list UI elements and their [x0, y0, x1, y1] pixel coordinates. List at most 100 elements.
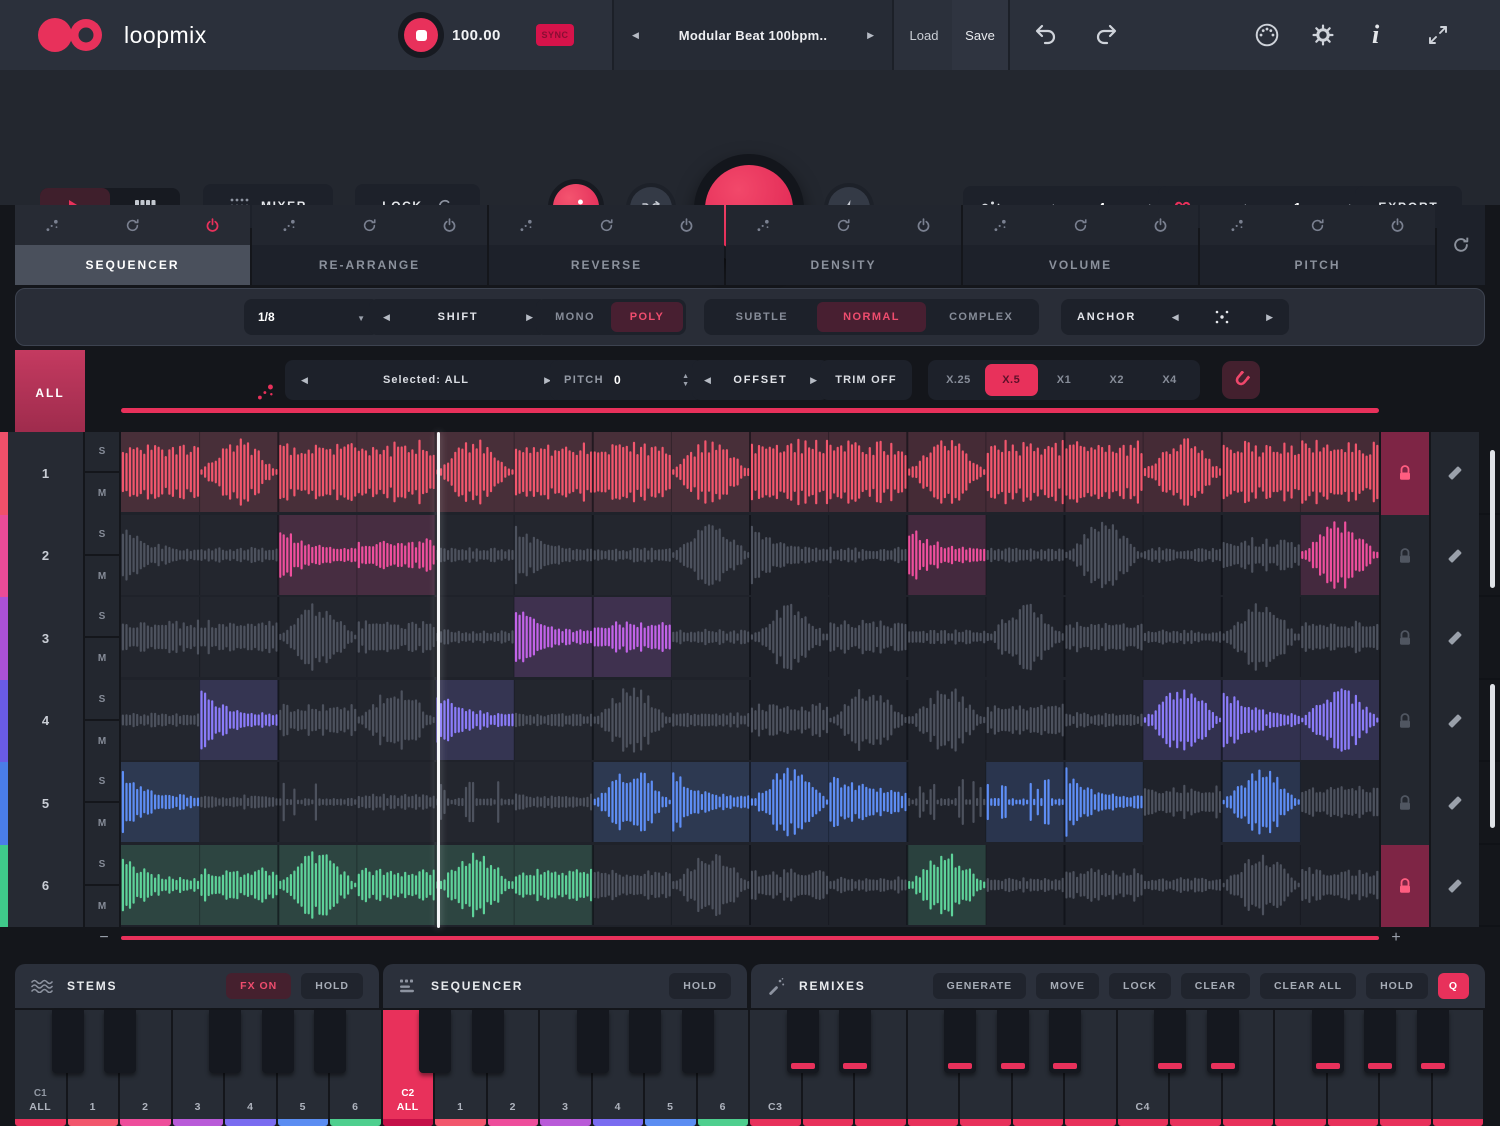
- piano-key-black[interactable]: [839, 1010, 871, 1073]
- solo-button[interactable]: S: [85, 515, 121, 556]
- track-waveform-lane[interactable]: [121, 845, 1379, 928]
- selected-track-label[interactable]: Selected: ALL: [383, 374, 469, 386]
- undo-icon[interactable]: [1032, 23, 1058, 47]
- piano-key-black[interactable]: [944, 1010, 976, 1073]
- track-waveform-lane[interactable]: [121, 515, 1379, 598]
- track-lock-button[interactable]: [1379, 432, 1429, 515]
- clear-all-button[interactable]: CLEAR ALL: [1260, 973, 1356, 999]
- info-icon[interactable]: [1372, 20, 1379, 50]
- remix-lock-button[interactable]: LOCK: [1109, 973, 1171, 999]
- track-number[interactable]: 4: [8, 680, 85, 763]
- scatter-dots-icon[interactable]: [756, 218, 771, 233]
- speed-x2[interactable]: X2: [1090, 364, 1143, 396]
- anchor-dots-icon[interactable]: [1214, 309, 1230, 325]
- piano-key-black[interactable]: [1207, 1010, 1239, 1073]
- waveform[interactable]: [121, 515, 1379, 595]
- zoom-in-button[interactable]: [1384, 928, 1408, 948]
- refresh-icon[interactable]: [125, 218, 140, 233]
- track-erase-button[interactable]: [1429, 515, 1479, 598]
- track-number[interactable]: 2: [8, 515, 85, 598]
- generate-button[interactable]: GENERATE: [933, 973, 1027, 999]
- remix-hold-button[interactable]: HOLD: [1366, 973, 1428, 999]
- module-tab-density[interactable]: DENSITY: [726, 205, 961, 285]
- track-number[interactable]: 5: [8, 762, 85, 845]
- anchor-left-icon[interactable]: [1172, 313, 1179, 322]
- track-waveform-lane[interactable]: [121, 762, 1379, 845]
- shift-left-icon[interactable]: [383, 313, 390, 322]
- track-waveform-lane[interactable]: [121, 597, 1379, 680]
- speed-x025[interactable]: X.25: [932, 364, 985, 396]
- refresh-icon[interactable]: [1310, 218, 1325, 233]
- piano-key-black[interactable]: [1364, 1010, 1396, 1073]
- expand-icon[interactable]: [1428, 25, 1448, 45]
- module-tab-volume[interactable]: VOLUME: [963, 205, 1198, 285]
- module-tab-pitch[interactable]: PITCH: [1200, 205, 1435, 285]
- piano-key-black[interactable]: [1417, 1010, 1449, 1073]
- midi-icon[interactable]: [1254, 22, 1280, 48]
- anchor-right-icon[interactable]: [1266, 313, 1273, 322]
- fx-on-button[interactable]: FX ON: [226, 973, 291, 999]
- track-lock-button[interactable]: [1379, 680, 1429, 763]
- piano-key-black[interactable]: [314, 1010, 346, 1073]
- track-erase-button[interactable]: [1429, 597, 1479, 680]
- normal-toggle[interactable]: NORMAL: [817, 302, 927, 332]
- scatter-dots-icon[interactable]: [45, 218, 60, 233]
- power-icon[interactable]: [679, 218, 694, 233]
- scatter-dots-icon[interactable]: [282, 218, 297, 233]
- module-tab-label[interactable]: DENSITY: [726, 245, 961, 285]
- waveform[interactable]: [121, 845, 1379, 925]
- quantize-button[interactable]: Q: [1438, 973, 1469, 999]
- shift-right-icon[interactable]: [526, 313, 533, 322]
- poly-toggle[interactable]: POLY: [611, 302, 683, 332]
- mono-toggle[interactable]: MONO: [539, 302, 611, 332]
- scrollbar-thumb[interactable]: [1490, 450, 1495, 588]
- trim-toggle[interactable]: TRIM OFF: [820, 360, 912, 400]
- sequencer-hold-button[interactable]: HOLD: [669, 973, 731, 999]
- module-tab-reverse[interactable]: REVERSE: [489, 205, 724, 285]
- mute-button[interactable]: M: [85, 886, 121, 927]
- power-icon[interactable]: [916, 218, 931, 233]
- refresh-icon[interactable]: [362, 218, 377, 233]
- offset-left-icon[interactable]: [704, 376, 711, 385]
- redo-icon[interactable]: [1094, 23, 1120, 47]
- scatter-dots-icon[interactable]: [1230, 218, 1245, 233]
- waveform[interactable]: [121, 680, 1379, 760]
- clear-button[interactable]: CLEAR: [1181, 973, 1250, 999]
- magnet-button[interactable]: [1222, 361, 1260, 399]
- move-button[interactable]: MOVE: [1036, 973, 1099, 999]
- preset-prev-icon[interactable]: [632, 31, 639, 40]
- power-icon[interactable]: [1153, 218, 1168, 233]
- solo-button[interactable]: S: [85, 845, 121, 886]
- speed-x1[interactable]: X1: [1038, 364, 1091, 396]
- solo-button[interactable]: S: [85, 432, 121, 473]
- module-tab-re-arrange[interactable]: RE-ARRANGE: [252, 205, 487, 285]
- solo-button[interactable]: S: [85, 597, 121, 638]
- scatter-dots-icon[interactable]: [993, 218, 1008, 233]
- track-erase-button[interactable]: [1429, 845, 1479, 928]
- track-erase-button[interactable]: [1429, 432, 1479, 515]
- track-lock-button[interactable]: [1379, 515, 1429, 598]
- piano-key-black[interactable]: [682, 1010, 714, 1073]
- scrollbar-thumb[interactable]: [1490, 684, 1495, 828]
- preset-name[interactable]: Modular Beat 100bpm..: [679, 28, 828, 43]
- waveform[interactable]: [121, 762, 1379, 842]
- bpm-display[interactable]: 100.00: [452, 0, 501, 70]
- piano-key-black[interactable]: [209, 1010, 241, 1073]
- mute-button[interactable]: M: [85, 721, 121, 762]
- complex-toggle[interactable]: COMPLEX: [926, 302, 1036, 332]
- select-all-cell[interactable]: ALL: [15, 350, 85, 436]
- piano-key-black[interactable]: [1049, 1010, 1081, 1073]
- gear-icon[interactable]: [1312, 24, 1334, 46]
- piano-key-black[interactable]: [472, 1010, 504, 1073]
- save-button[interactable]: Save: [952, 0, 1010, 70]
- refresh-icon[interactable]: [599, 218, 614, 233]
- track-number[interactable]: 1: [8, 432, 85, 515]
- selected-prev-icon[interactable]: [301, 376, 308, 385]
- solo-button[interactable]: S: [85, 762, 121, 803]
- mute-button[interactable]: M: [85, 638, 121, 679]
- preset-next-icon[interactable]: [867, 31, 874, 40]
- refresh-icon[interactable]: [836, 218, 851, 233]
- module-tab-label[interactable]: PITCH: [1200, 245, 1435, 285]
- waveform[interactable]: [121, 597, 1379, 677]
- module-tab-label[interactable]: RE-ARRANGE: [252, 245, 487, 285]
